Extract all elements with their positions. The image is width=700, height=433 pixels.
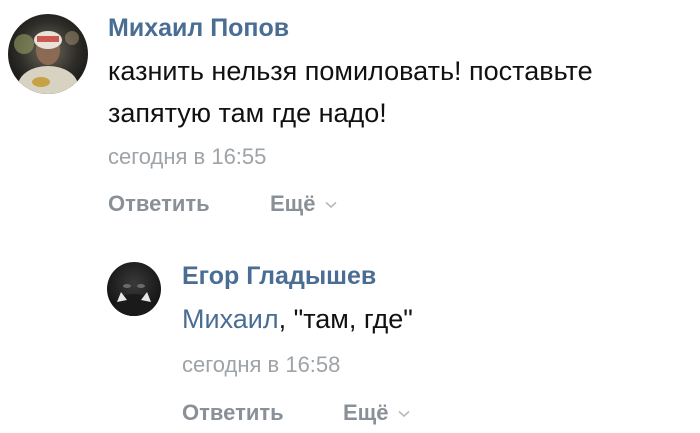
reply-button[interactable]: Ответить [108,191,210,217]
reply-button[interactable]: Ответить [182,400,284,426]
comment-text-rest: , "там, где" [278,304,413,334]
more-button[interactable]: Ещё [343,400,410,426]
avatar-image [8,14,88,94]
comment-author[interactable]: Михаил Попов [108,14,289,43]
avatar-image [107,262,161,316]
comment-text-line: казнить нельзя помиловать! поставьте [108,56,593,86]
more-button[interactable]: Ещё [270,191,337,217]
chevron-down-icon [398,411,410,418]
more-label: Ещё [343,400,389,425]
mention-link[interactable]: Михаил [182,304,279,334]
comments-thread: Михаил Попов казнить нельзя помиловать! … [0,0,700,433]
comment-timestamp[interactable]: сегодня в 16:58 [182,352,340,378]
comment-author[interactable]: Егор Гладышев [182,262,376,291]
more-label: Ещё [270,191,316,216]
chevron-down-icon [325,202,337,209]
comment-text: Михаил, "там, где" [182,304,413,335]
avatar[interactable] [107,262,161,316]
comment-timestamp[interactable]: сегодня в 16:55 [108,144,266,170]
comment-text-line: запятую там где надо! [108,98,387,128]
avatar[interactable] [8,14,88,94]
